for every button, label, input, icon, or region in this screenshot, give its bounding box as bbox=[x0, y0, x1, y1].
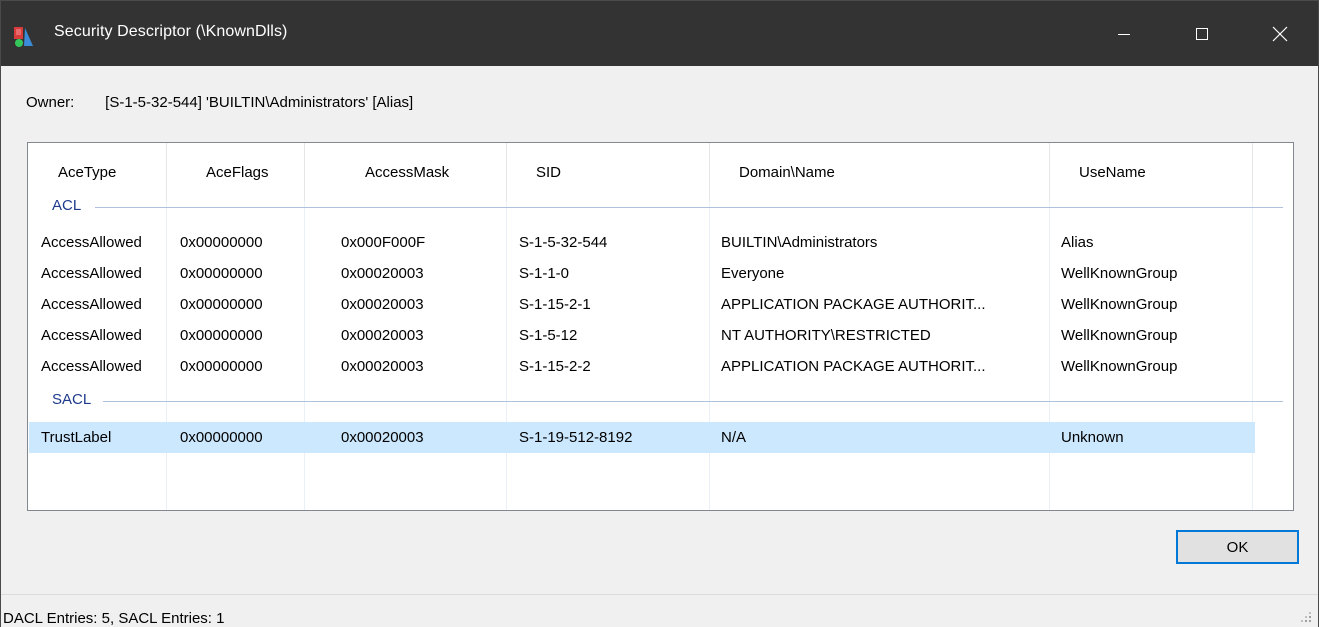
maximize-icon bbox=[1196, 27, 1208, 40]
cell-aceflags: 0x00000000 bbox=[180, 358, 263, 375]
owner-row: Owner: [S-1-5-32-544] 'BUILTIN\Administr… bbox=[26, 94, 413, 111]
column-divider[interactable] bbox=[709, 143, 710, 201]
minimize-button[interactable] bbox=[1085, 1, 1163, 66]
group-label: ACL bbox=[52, 197, 82, 214]
table-row[interactable]: AccessAllowed 0x00000000 0x000F000F S-1-… bbox=[29, 227, 1255, 258]
close-icon bbox=[1272, 26, 1288, 41]
cell-sid: S-1-5-12 bbox=[519, 327, 578, 344]
window-title: Security Descriptor (\KnownDlls) bbox=[54, 23, 288, 40]
column-divider[interactable] bbox=[304, 143, 305, 201]
title-bar[interactable]: Security Descriptor (\KnownDlls) bbox=[1, 1, 1318, 66]
cell-usename: WellKnownGroup bbox=[1061, 358, 1178, 375]
close-button[interactable] bbox=[1241, 1, 1319, 66]
column-header-acetype[interactable]: AceType bbox=[58, 164, 116, 181]
column-header-sid[interactable]: SID bbox=[536, 164, 561, 181]
cell-aceflags: 0x00000000 bbox=[180, 234, 263, 251]
cell-aceflags: 0x00000000 bbox=[180, 265, 263, 282]
column-header-aceflags[interactable]: AceFlags bbox=[206, 164, 269, 181]
cell-acetype: AccessAllowed bbox=[41, 327, 142, 344]
cell-domain-name: Everyone bbox=[721, 265, 785, 282]
owner-value: [S-1-5-32-544] 'BUILTIN\Administrators' … bbox=[105, 94, 414, 111]
cell-usename: WellKnownGroup bbox=[1061, 265, 1178, 282]
cell-sid: S-1-19-512-8192 bbox=[519, 429, 633, 446]
column-header-accessmask[interactable]: AccessMask bbox=[365, 164, 449, 181]
cell-accessmask: 0x00020003 bbox=[341, 429, 424, 446]
cell-accessmask: 0x00020003 bbox=[341, 296, 424, 313]
cell-usename: WellKnownGroup bbox=[1061, 327, 1178, 344]
cell-sid: S-1-15-2-2 bbox=[519, 358, 591, 375]
cell-acetype: AccessAllowed bbox=[41, 296, 142, 313]
cell-accessmask: 0x00020003 bbox=[341, 265, 424, 282]
cell-usename: Unknown bbox=[1061, 429, 1124, 446]
process-hacker-icon bbox=[14, 27, 33, 47]
cell-domain-name: APPLICATION PACKAGE AUTHORIT... bbox=[721, 296, 986, 313]
column-header-domain-name[interactable]: Domain\Name bbox=[739, 164, 835, 181]
group-divider bbox=[95, 207, 1283, 208]
ace-list-view[interactable]: AceType AceFlags AccessMask SID Domain\N… bbox=[27, 142, 1294, 511]
cell-sid: S-1-1-0 bbox=[519, 265, 570, 282]
cell-usename: WellKnownGroup bbox=[1061, 296, 1178, 313]
column-header-bar: AceType AceFlags AccessMask SID Domain\N… bbox=[28, 143, 1293, 201]
cell-domain-name: APPLICATION PACKAGE AUTHORIT... bbox=[721, 358, 986, 375]
table-row[interactable]: AccessAllowed 0x00000000 0x00020003 S-1-… bbox=[29, 289, 1255, 320]
cell-sid: S-1-5-32-544 bbox=[519, 234, 608, 251]
ok-button[interactable]: OK bbox=[1176, 530, 1299, 564]
group-header-acl[interactable]: ACL bbox=[28, 197, 1293, 217]
cell-accessmask: 0x00020003 bbox=[341, 358, 424, 375]
security-descriptor-window: Security Descriptor (\KnownDlls) Owner: … bbox=[0, 0, 1319, 627]
column-divider[interactable] bbox=[506, 143, 507, 201]
group-header-sacl[interactable]: SACL bbox=[28, 391, 1293, 411]
table-row[interactable]: AccessAllowed 0x00000000 0x00020003 S-1-… bbox=[29, 351, 1255, 382]
table-row-selected[interactable]: TrustLabel 0x00000000 0x00020003 S-1-19-… bbox=[29, 422, 1255, 453]
resize-grip-icon[interactable] bbox=[1300, 611, 1312, 623]
cell-accessmask: 0x000F000F bbox=[341, 234, 426, 251]
group-divider bbox=[103, 401, 1283, 402]
cell-domain-name: BUILTIN\Administrators bbox=[721, 234, 878, 251]
column-divider[interactable] bbox=[1252, 143, 1253, 201]
table-row[interactable]: AccessAllowed 0x00000000 0x00020003 S-1-… bbox=[29, 320, 1255, 351]
group-label: SACL bbox=[52, 391, 92, 408]
cell-aceflags: 0x00000000 bbox=[180, 327, 263, 344]
column-header-usename[interactable]: UseName bbox=[1079, 164, 1146, 181]
cell-aceflags: 0x00000000 bbox=[180, 296, 263, 313]
cell-domain-name: NT AUTHORITY\RESTRICTED bbox=[721, 327, 931, 344]
column-divider[interactable] bbox=[1049, 143, 1050, 201]
cell-accessmask: 0x00020003 bbox=[341, 327, 424, 344]
minimize-icon bbox=[1118, 33, 1130, 35]
cell-aceflags: 0x00000000 bbox=[180, 429, 263, 446]
status-bar: DACL Entries: 5, SACL Entries: 1 bbox=[1, 594, 1318, 627]
status-text: DACL Entries: 5, SACL Entries: 1 bbox=[3, 610, 225, 627]
cell-acetype: AccessAllowed bbox=[41, 265, 142, 282]
column-divider[interactable] bbox=[166, 143, 167, 201]
cell-domain-name: N/A bbox=[721, 429, 747, 446]
cell-acetype: TrustLabel bbox=[41, 429, 112, 446]
cell-sid: S-1-15-2-1 bbox=[519, 296, 591, 313]
table-row[interactable]: AccessAllowed 0x00000000 0x00020003 S-1-… bbox=[29, 258, 1255, 289]
maximize-button[interactable] bbox=[1163, 1, 1241, 66]
cell-usename: Alias bbox=[1061, 234, 1094, 251]
cell-acetype: AccessAllowed bbox=[41, 234, 142, 251]
cell-acetype: AccessAllowed bbox=[41, 358, 142, 375]
owner-label: Owner: bbox=[26, 94, 75, 111]
